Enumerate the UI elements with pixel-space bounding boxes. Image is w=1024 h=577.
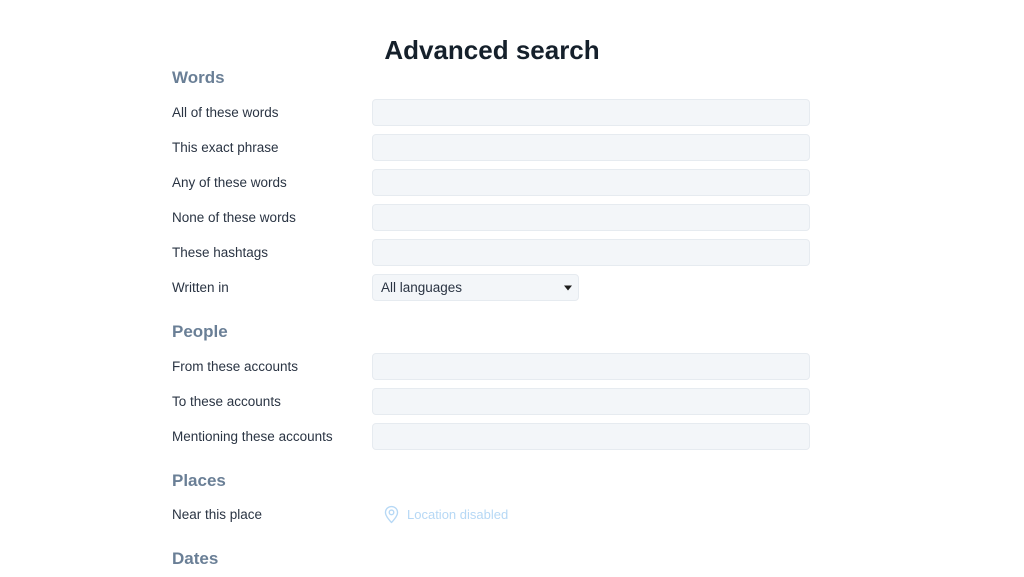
location-disabled-chip[interactable]: Location disabled <box>372 505 508 524</box>
label-near-this-place: Near this place <box>172 506 263 522</box>
row-from-these-accounts: From these accounts <box>172 353 872 380</box>
field-wrap-none-of-these-words <box>372 204 872 231</box>
section-people: People From these accounts To these acco… <box>172 322 872 450</box>
field-wrap-written-in: All languages <box>372 274 872 301</box>
row-to-these-accounts: To these accounts <box>172 388 872 415</box>
label-this-exact-phrase: This exact phrase <box>172 139 279 155</box>
label-to-these-accounts: To these accounts <box>172 393 281 409</box>
input-this-exact-phrase[interactable] <box>372 134 810 161</box>
field-wrap-this-exact-phrase <box>372 134 872 161</box>
row-none-of-these-words: None of these words <box>172 204 872 231</box>
label-from-these-accounts: From these accounts <box>172 358 299 374</box>
page-title: Advanced search <box>384 35 600 66</box>
section-heading-words: Words <box>172 68 225 87</box>
label-all-of-these-words: All of these words <box>172 104 279 120</box>
select-box-written-in[interactable]: All languages <box>372 274 579 301</box>
row-written-in: Written in All languages <box>172 274 872 301</box>
field-wrap-mentioning-these-accounts <box>372 423 872 450</box>
section-heading-places: Places <box>172 471 226 490</box>
input-none-of-these-words[interactable] <box>372 204 810 231</box>
input-mentioning-these-accounts[interactable] <box>372 423 810 450</box>
location-disabled-label: Location disabled <box>407 507 509 522</box>
row-all-of-these-words: All of these words <box>172 99 872 126</box>
row-any-of-these-words: Any of these words <box>172 169 872 196</box>
input-all-of-these-words[interactable] <box>372 99 810 126</box>
select-written-in[interactable]: All languages <box>372 274 579 301</box>
row-mentioning-these-accounts: Mentioning these accounts <box>172 423 872 450</box>
row-these-hashtags: These hashtags <box>172 239 872 266</box>
field-wrap-any-of-these-words <box>372 169 872 196</box>
section-rows-words: All of these words This exact phrase Any… <box>172 99 872 301</box>
section-rows-places: Near this place Location disabled <box>172 501 872 528</box>
location-pin-icon <box>384 505 399 524</box>
label-these-hashtags: These hashtags <box>172 244 269 260</box>
section-words: Words All of these words This exact phra… <box>172 68 872 301</box>
row-near-this-place: Near this place Location disabled <box>172 501 872 528</box>
section-dates: Dates <box>172 549 872 569</box>
field-wrap-near-this-place: Location disabled <box>372 505 872 524</box>
input-any-of-these-words[interactable] <box>372 169 810 196</box>
field-wrap-all-of-these-words <box>372 99 872 126</box>
field-wrap-these-hashtags <box>372 239 872 266</box>
section-rows-people: From these accounts To these accounts Me… <box>172 353 872 450</box>
field-wrap-from-these-accounts <box>372 353 872 380</box>
section-heading-dates: Dates <box>172 549 219 568</box>
row-this-exact-phrase: This exact phrase <box>172 134 872 161</box>
input-these-hashtags[interactable] <box>372 239 810 266</box>
label-mentioning-these-accounts: Mentioning these accounts <box>172 428 333 444</box>
section-places: Places Near this place Location disabled <box>172 471 872 528</box>
field-wrap-to-these-accounts <box>372 388 872 415</box>
input-from-these-accounts[interactable] <box>372 353 810 380</box>
input-to-these-accounts[interactable] <box>372 388 810 415</box>
advanced-search-page: Advanced search Words All of these words… <box>0 0 1024 577</box>
label-none-of-these-words: None of these words <box>172 209 296 225</box>
label-any-of-these-words: Any of these words <box>172 174 287 190</box>
section-heading-people: People <box>172 322 228 341</box>
label-written-in: Written in <box>172 279 229 295</box>
advanced-search-form: Words All of these words This exact phra… <box>172 68 872 569</box>
